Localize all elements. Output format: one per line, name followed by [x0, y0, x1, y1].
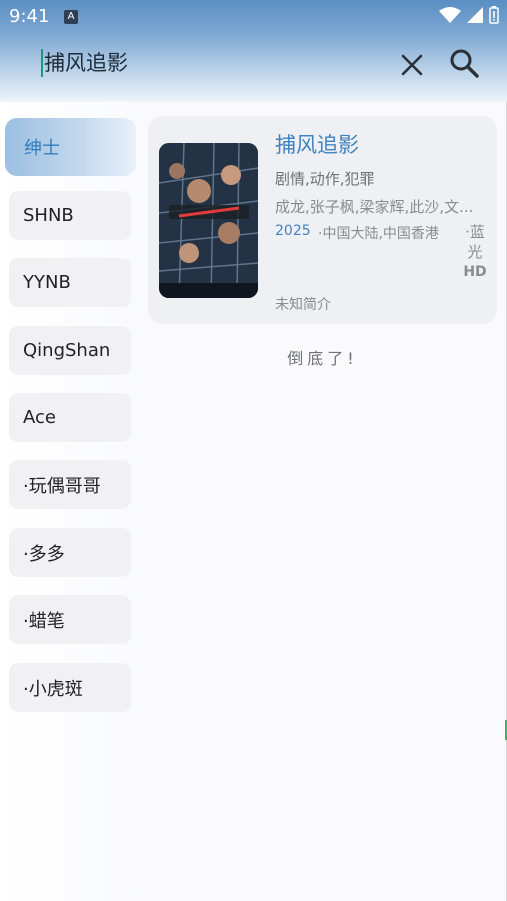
movie-cast: 成龙,张子枫,梁家辉,此沙,文... — [275, 198, 474, 216]
sidebar-item-crayon[interactable]: ·蜡笔 — [9, 595, 131, 644]
movie-title: 捕风追影 — [275, 133, 359, 157]
quality-line-2: 光 — [467, 243, 483, 261]
sidebar-item-toy-brother[interactable]: ·玩偶哥哥 — [9, 460, 131, 509]
sidebar-item-yynb[interactable]: YYNB — [9, 258, 131, 307]
movie-poster[interactable] — [159, 143, 258, 298]
sidebar-item-ace[interactable]: Ace — [9, 393, 131, 442]
movie-intro: 未知简介 — [275, 297, 331, 313]
top-bar: 9:41 A 捕风追影 — [0, 0, 507, 102]
quality-badge: ·蓝 光 HD — [462, 222, 488, 282]
close-icon[interactable] — [399, 52, 425, 78]
signal-icon — [467, 7, 483, 23]
sidebar-item-qingshan[interactable]: QingShan — [9, 326, 131, 375]
movie-region: ·中国大陆,中国香港 — [318, 226, 439, 242]
sidebar-item-shnb[interactable]: SHNB — [9, 191, 131, 240]
search-icon[interactable] — [448, 47, 480, 79]
movie-genre: 剧情,动作,犯罪 — [275, 170, 375, 188]
search-input[interactable]: 捕风追影 — [41, 49, 128, 77]
status-icons — [439, 6, 499, 24]
sidebar-item-duoduo[interactable]: ·多多 — [9, 528, 131, 577]
end-of-list-text: 倒底了! — [287, 349, 358, 368]
sidebar-item-tabby[interactable]: ·小虎斑 — [9, 663, 131, 712]
poster-art — [159, 143, 258, 298]
notification-a-icon: A — [64, 10, 78, 24]
battery-icon — [489, 6, 499, 24]
status-time: 9:41 — [9, 6, 50, 27]
quality-line-1: ·蓝 — [465, 223, 485, 241]
sidebar-item-gentleman[interactable]: 绅士 — [5, 118, 136, 176]
movie-year: 2025 — [275, 223, 311, 239]
wifi-icon — [439, 7, 461, 23]
result-card[interactable]: 捕风追影 剧情,动作,犯罪 成龙,张子枫,梁家辉,此沙,文... 2025 ·中… — [148, 116, 497, 324]
quality-hd: HD — [463, 264, 487, 280]
